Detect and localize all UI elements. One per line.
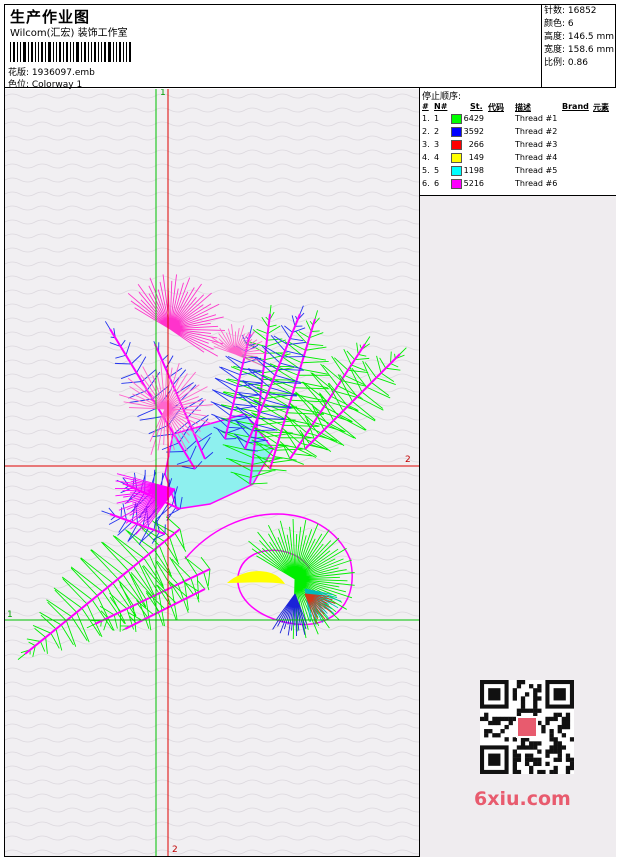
thread-description: Thread #4 xyxy=(515,153,558,162)
embroidery-design xyxy=(5,89,419,856)
thread-number: 4 xyxy=(434,153,440,162)
green-vertical-guide-label: 1 xyxy=(160,89,166,98)
color-count: 颜色: 6 xyxy=(544,19,574,29)
col-st: St. xyxy=(470,102,483,111)
thread-number: 3 xyxy=(434,140,440,149)
design-canvas: 1 2 2 1 xyxy=(5,89,419,856)
thread-color-swatch xyxy=(451,153,462,163)
stitch-count: 针数: 16852 xyxy=(544,6,597,16)
thread-stitches: 5216 xyxy=(463,179,484,188)
thread-stitches: 3592 xyxy=(463,127,484,136)
thread-number: 6 xyxy=(434,179,440,188)
thread-order: 5. xyxy=(422,166,430,175)
red-vertical-guide-label: 2 xyxy=(172,845,178,855)
col-code: 代码 xyxy=(488,103,504,112)
red-horizontal-guide-label: 2 xyxy=(405,455,411,465)
green-horizontal-guide-label: 1 xyxy=(7,610,13,620)
thread-description: Thread #1 xyxy=(515,114,558,123)
thread-list: 停止顺序: # N# St. 代码 描述 Brand 元素 1. 1 6429 Thr… xyxy=(420,88,616,196)
thread-number: 1 xyxy=(434,114,440,123)
thread-stitches: 149 xyxy=(468,153,484,162)
thread-number: 5 xyxy=(434,166,440,175)
thread-row: 5. 5 1198 Thread #5 xyxy=(420,166,616,179)
thread-table-header: # N# St. 代码 描述 Brand 元素 xyxy=(420,102,616,114)
thread-description: Thread #6 xyxy=(515,179,558,188)
thread-order: 3. xyxy=(422,140,430,149)
thread-stitches: 266 xyxy=(468,140,484,149)
design-height: 高度: 146.5 mm xyxy=(544,32,615,42)
thread-description: Thread #2 xyxy=(515,127,558,136)
thread-order: 6. xyxy=(422,179,430,188)
watermark: 6xiu.com xyxy=(470,680,585,810)
thread-row: 6. 6 5216 Thread #6 xyxy=(420,179,616,192)
thread-color-swatch xyxy=(451,179,462,189)
thread-row: 3. 3 266 Thread #3 xyxy=(420,140,616,153)
col-desc: 描述 xyxy=(515,103,531,112)
thread-description: Thread #3 xyxy=(515,140,558,149)
thread-color-swatch xyxy=(451,140,462,150)
design-stats: 针数: 16852 颜色: 6 高度: 146.5 mm 宽度: 158.6 m… xyxy=(541,4,616,88)
thread-order: 1. xyxy=(422,114,430,123)
col-n: N# xyxy=(434,102,448,111)
thread-description: Thread #5 xyxy=(515,166,558,175)
design-width: 宽度: 158.6 mm xyxy=(544,45,615,55)
thread-row: 4. 4 149 Thread #4 xyxy=(420,153,616,166)
sheet-header: 生产作业图 Wilcom(汇宏) 装饰工作室 花版: 1936097.emb 色… xyxy=(4,4,616,90)
col-num: # xyxy=(422,102,429,111)
thread-order: 4. xyxy=(422,153,430,162)
thread-color-swatch xyxy=(451,127,462,137)
thread-number: 2 xyxy=(434,127,440,136)
thread-row: 1. 1 6429 Thread #1 xyxy=(420,114,616,127)
stop-sequence-title: 停止顺序: xyxy=(422,92,462,102)
thread-color-swatch xyxy=(451,166,462,176)
thread-color-swatch xyxy=(451,114,462,124)
thread-order: 2. xyxy=(422,127,430,136)
col-element: 元素 xyxy=(593,103,609,112)
design-scale: 比例: 0.86 xyxy=(544,58,588,68)
barcode xyxy=(10,42,144,62)
company-name: Wilcom(汇宏) 装饰工作室 xyxy=(10,28,128,39)
qr-code xyxy=(480,680,574,774)
col-brand: Brand xyxy=(562,102,589,111)
thread-row: 2. 2 3592 Thread #2 xyxy=(420,127,616,140)
watermark-text: 6xiu.com xyxy=(474,788,571,810)
thread-stitches: 6429 xyxy=(463,114,484,123)
thread-stitches: 1198 xyxy=(463,166,484,175)
